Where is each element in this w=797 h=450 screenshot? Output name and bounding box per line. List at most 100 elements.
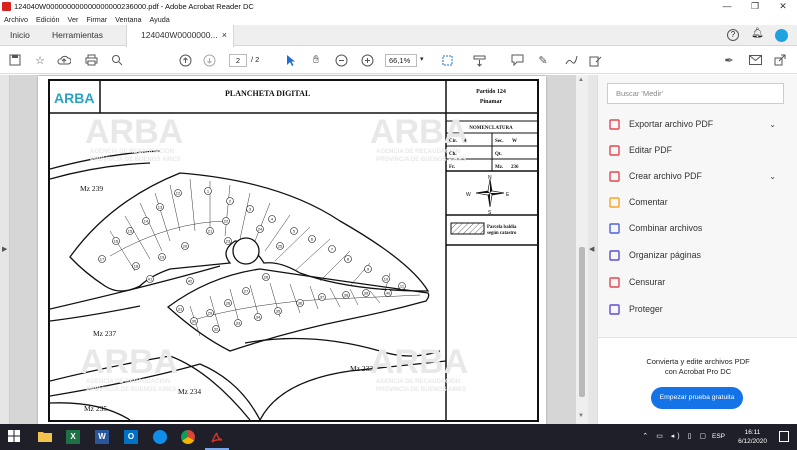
compass-rose-icon [475, 178, 505, 208]
maximize-button[interactable]: ❐ [741, 0, 769, 13]
vertical-scrollbar[interactable]: ▲ ▼ [576, 75, 588, 424]
start-free-trial-button[interactable]: Empezar prueba gratuita [651, 387, 743, 409]
acrobat-taskbar-icon[interactable] [210, 430, 224, 444]
zoom-dropdown-chevron-icon[interactable]: ▾ [420, 55, 424, 63]
zoom-level-input[interactable]: 66,1% [385, 54, 417, 67]
organize-pages-icon [608, 249, 620, 261]
upload-cloud-icon[interactable] [57, 53, 71, 67]
minimize-button[interactable]: — [713, 0, 741, 13]
previous-page-icon[interactable] [178, 53, 192, 67]
tab-document-label: 124040W0000000... [141, 30, 218, 40]
menu-ventana[interactable]: Ventana [115, 15, 141, 24]
fr-label: Fr. [449, 165, 456, 170]
parcel-number: 25 [278, 243, 283, 248]
hand-tool-icon[interactable]: ✋︎ [309, 53, 323, 67]
windows-start-icon[interactable] [8, 430, 22, 444]
window-title: 124040W000000000000000000236000.pdf - Ad… [14, 2, 254, 11]
mz-label: Mz. [495, 165, 504, 170]
scroll-thumb[interactable] [579, 247, 585, 397]
parcel-number: 39 [364, 290, 369, 295]
account-avatar[interactable] [775, 29, 788, 42]
parcel-number: 36 [298, 300, 303, 305]
zoom-in-icon[interactable] [360, 53, 374, 67]
parcel-number: 38 [344, 292, 349, 297]
parcel-number: 29 [208, 310, 213, 315]
tool-combine-files[interactable]: Combinar archivos [608, 217, 786, 239]
tool-export-pdf[interactable]: Exportar archivo PDF ⌄ [608, 113, 786, 135]
menu-firmar[interactable]: Firmar [86, 15, 107, 24]
block-label-mz237: Mz 237 [93, 329, 116, 338]
notifications-icon[interactable] [779, 431, 789, 442]
left-pane-toggle[interactable]: ▶ [0, 75, 10, 424]
fill-sign-icon[interactable] [588, 53, 602, 67]
chrome-icon[interactable] [181, 430, 195, 444]
parcel-number: 35 [276, 308, 281, 313]
highlight-pen-icon[interactable]: ✎ [536, 53, 550, 67]
watermark-subtitle: PROVINCIA DE BUENOS AIRES [376, 157, 466, 163]
comment-icon[interactable] [510, 53, 524, 67]
chevron-down-icon[interactable]: ⌄ [769, 172, 776, 181]
watermark-subtitle: AGENCIA DE RECAUDACIÓN [86, 377, 170, 385]
teamviewer-icon[interactable] [153, 430, 167, 444]
print-icon[interactable] [84, 53, 98, 67]
tool-comment[interactable]: Comentar [608, 191, 786, 213]
outlook-icon[interactable]: O [124, 430, 138, 444]
create-pdf-icon [608, 170, 620, 182]
notifications-bell-icon[interactable]: 🔔︎ [751, 28, 764, 39]
tab-herramientas[interactable]: Herramientas [52, 25, 103, 46]
watermark-subtitle: PROVINCIA DE BUENOS AIRES [376, 387, 466, 393]
star-icon[interactable]: ☆ [33, 53, 47, 67]
next-page-icon[interactable] [202, 53, 216, 67]
excel-icon[interactable]: X [66, 430, 80, 444]
menu-archivo[interactable]: Archivo [4, 15, 28, 24]
word-icon[interactable]: W [95, 430, 109, 444]
page-number-input[interactable]: 2 [229, 54, 247, 67]
scroll-up-icon[interactable]: ▲ [578, 77, 584, 83]
block-label-mz235: Mz 235 [84, 404, 107, 413]
tab-document[interactable]: 124040W0000000... × [126, 25, 234, 47]
document-heading: PLANCHETA DIGITAL [225, 89, 310, 98]
tool-label: Comentar [629, 197, 668, 207]
close-button[interactable]: ✕ [769, 0, 797, 13]
watermark: ARBA [80, 343, 178, 381]
zoom-out-icon[interactable] [334, 53, 348, 67]
chevron-down-icon[interactable]: ⌄ [769, 120, 776, 129]
email-icon[interactable] [748, 53, 762, 67]
watermark-subtitle: PROVINCIA DE BUENOS AIRES [86, 387, 176, 393]
system-tray-icons[interactable]: ⌃ ▭ ◂) ▯ ▢ [642, 432, 709, 440]
tool-edit-pdf[interactable]: Editar PDF [608, 139, 786, 161]
tools-panel: Buscar 'Medir' Exportar archivo PDF ⌄ Edit… [597, 75, 797, 424]
share-icon[interactable] [773, 53, 787, 67]
clock[interactable]: 16:11 6/12/2020 [738, 428, 767, 446]
parcel-number: 12 [176, 190, 181, 195]
menu-edicion[interactable]: Edición [36, 15, 60, 24]
tool-protect[interactable]: Proteger [608, 298, 786, 320]
input-language[interactable]: ESP [712, 433, 725, 440]
select-cursor-icon[interactable] [284, 53, 298, 67]
tool-redact[interactable]: Censurar [608, 271, 786, 293]
watermark-subtitle: AGENCIA DE RECAUDACIÓN [90, 147, 174, 155]
block-label-mz234: Mz 234 [178, 387, 201, 396]
edit-pdf-icon [608, 144, 620, 156]
file-explorer-icon[interactable] [38, 430, 52, 444]
menu-ayuda[interactable]: Ayuda [150, 15, 170, 24]
menu-ver[interactable]: Ver [68, 15, 79, 24]
protect-icon [608, 303, 620, 315]
page-total: / 2 [251, 55, 260, 64]
scroll-down-icon[interactable]: ▼ [578, 413, 584, 419]
save-icon[interactable] [8, 53, 22, 67]
scroll-mode-icon[interactable] [472, 53, 486, 67]
fit-page-icon[interactable] [440, 53, 454, 67]
promo-line2: con Acrobat Pro DC [664, 367, 732, 376]
right-pane-toggle[interactable]: ◀ [588, 75, 597, 424]
parcel-number: 20 [183, 243, 188, 248]
sign-pen-icon[interactable]: ✒︎ [722, 53, 736, 67]
tool-create-pdf[interactable]: Crear archivo PDF ⌄ [608, 165, 786, 187]
tools-search-input[interactable]: Buscar 'Medir' [607, 83, 784, 104]
search-zoom-icon[interactable] [110, 53, 124, 67]
tab-inicio[interactable]: Inicio [10, 25, 30, 46]
tab-close-icon[interactable]: × [222, 25, 227, 46]
tool-organize-pages[interactable]: Organizar páginas [608, 244, 786, 266]
draw-icon[interactable] [564, 53, 578, 67]
help-icon[interactable]: ? [727, 29, 739, 41]
